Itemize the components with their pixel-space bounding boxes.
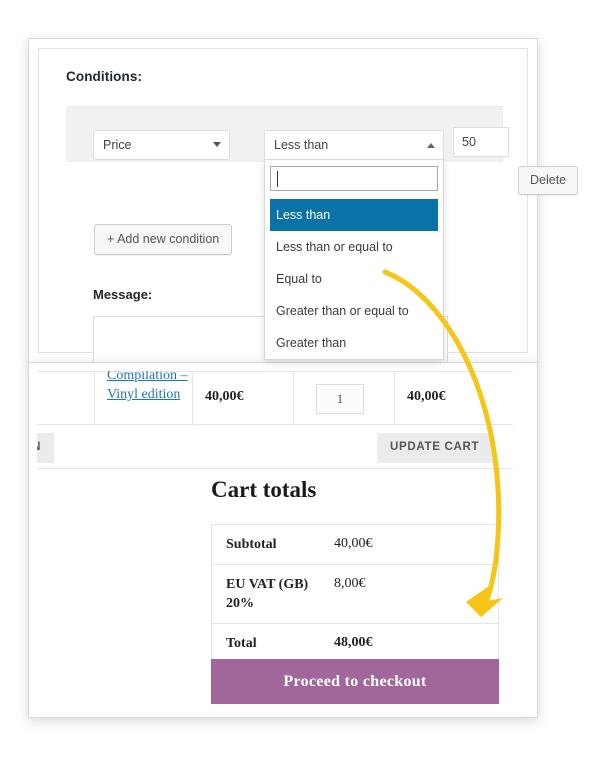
condition-operator-dropdown: Less than Less than or equal to Equal to… — [264, 160, 444, 360]
condition-operator-combobox[interactable]: Less than Less than Less than or equal t… — [264, 130, 444, 160]
chevron-up-icon — [427, 143, 435, 148]
cart-panel-inner: Compilation – Vinyl edition 40,00€ 1 40,… — [37, 371, 529, 709]
totals-row-vat: EU VAT (GB) 20% 8,00€ — [212, 565, 498, 624]
product-unit-price: 40,00€ — [205, 389, 244, 405]
cart-cell-subtotal: 40,00€ — [395, 372, 513, 426]
text-caret-icon — [277, 171, 278, 187]
operator-option-greater-than[interactable]: Greater than — [270, 327, 438, 359]
delete-condition-button[interactable]: Delete — [518, 166, 578, 195]
condition-field-select[interactable]: Price — [93, 130, 230, 160]
operator-option-less-than[interactable]: Less than — [270, 199, 438, 231]
condition-operator-selected[interactable]: Less than — [264, 130, 444, 160]
message-heading: Message: — [93, 287, 152, 302]
condition-field-value: Price — [103, 138, 131, 152]
condition-operator-value: Less than — [274, 138, 328, 152]
update-cart-button[interactable]: UPDATE CART — [377, 433, 492, 463]
conditions-panel-inner: Conditions: Price Less than Less — [38, 48, 528, 353]
cart-cell-quantity: 1 — [294, 372, 395, 426]
cart-cell-remove — [37, 372, 95, 426]
totals-value-subtotal: 40,00€ — [334, 525, 498, 563]
operator-option-equal-to[interactable]: Equal to — [270, 263, 438, 295]
storefront-cart-panel: Compilation – Vinyl edition 40,00€ 1 40,… — [28, 362, 538, 718]
product-name-line-1: Compilation – — [107, 371, 188, 383]
add-new-condition-button[interactable]: + Add new condition — [94, 224, 232, 255]
chevron-down-icon — [213, 142, 221, 147]
conditions-heading: Conditions: — [66, 69, 142, 84]
product-name-line-2: Vinyl edition — [107, 387, 180, 402]
table-row: Compilation – Vinyl edition 40,00€ 1 40,… — [37, 371, 513, 425]
totals-value-vat: 8,00€ — [334, 565, 498, 603]
cart-totals-heading: Cart totals — [211, 477, 316, 503]
cart-actions-row: ɔUPON UPDATE CART — [37, 425, 513, 469]
condition-amount-input[interactable]: 50 — [453, 127, 509, 157]
operator-option-greater-than-or-equal[interactable]: Greater than or equal to — [270, 295, 438, 327]
totals-row-total: Total 48,00€ — [212, 624, 498, 663]
screenshot-stage: Conditions: Price Less than Less — [0, 0, 600, 758]
totals-row-subtotal: Subtotal 40,00€ — [212, 525, 498, 565]
operator-search-input[interactable] — [270, 166, 438, 191]
operator-option-less-than-or-equal[interactable]: Less than or equal to — [270, 231, 438, 263]
totals-label-vat: EU VAT (GB) 20% — [212, 565, 334, 623]
cart-totals-table: Subtotal 40,00€ EU VAT (GB) 20% 8,00€ To… — [211, 524, 499, 664]
product-line-total: 40,00€ — [407, 389, 446, 405]
cart-cell-product: Compilation – Vinyl edition — [95, 372, 193, 426]
operator-option-list: Less than Less than or equal to Equal to… — [270, 199, 438, 359]
conditions-settings-panel: Conditions: Price Less than Less — [28, 38, 538, 363]
totals-label-subtotal: Subtotal — [212, 525, 334, 564]
totals-value-total: 48,00€ — [334, 624, 498, 662]
apply-coupon-button[interactable]: ɔUPON — [37, 433, 54, 463]
product-name-link[interactable]: Compilation – Vinyl edition — [107, 371, 189, 404]
proceed-to-checkout-button[interactable]: Proceed to checkout — [211, 659, 499, 704]
totals-label-total: Total — [212, 624, 334, 663]
quantity-stepper[interactable]: 1 — [316, 384, 364, 414]
cart-cell-price: 40,00€ — [193, 372, 294, 426]
